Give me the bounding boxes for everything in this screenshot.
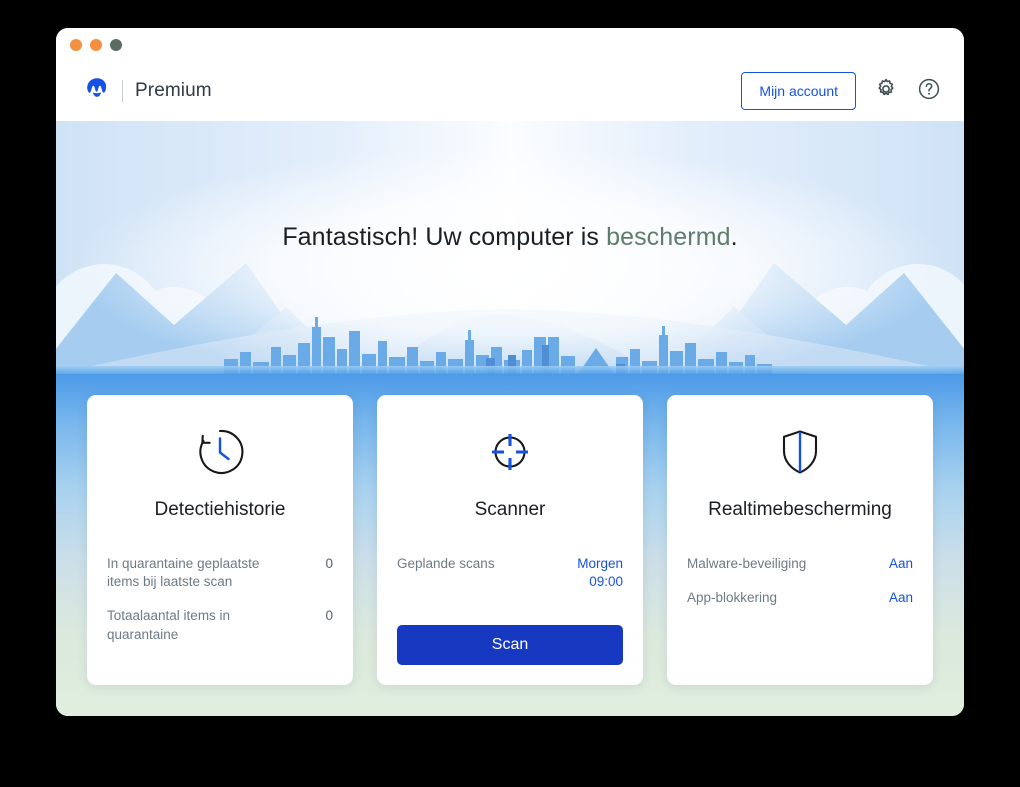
row-value: Morgen 09:00	[577, 556, 623, 590]
help-button[interactable]	[916, 78, 942, 104]
title-bar	[56, 28, 964, 60]
brand: Premium	[84, 76, 212, 105]
hero-title-prefix: Fantastisch! Uw computer is	[282, 223, 607, 251]
zoom-button[interactable]	[110, 39, 122, 51]
card-rows: Malware-beveiliging Aan App-blokkering A…	[687, 555, 913, 607]
row-value: Aan	[888, 590, 913, 606]
row-label: Geplande scans	[397, 556, 495, 571]
card-detection-history[interactable]: Detectiehistorie In quarantaine geplaats…	[87, 395, 353, 685]
row-value: 0	[325, 608, 333, 624]
card-title: Realtimebescherming	[708, 499, 892, 520]
card-scanner[interactable]: Scanner Geplande scans Morgen 09:00 Scan	[377, 395, 643, 685]
card-realtime-protection[interactable]: Realtimebescherming Malware-beveiliging …	[667, 395, 933, 685]
header-actions: Mijn account	[741, 71, 942, 110]
card-row: App-blokkering Aan	[687, 589, 913, 607]
clock-history-icon	[107, 421, 333, 483]
card-row: In quarantaine geplaatste items bij laat…	[107, 555, 333, 591]
card-title: Detectiehistorie	[154, 499, 286, 520]
row-label: App-blokkering	[687, 590, 778, 606]
scan-button[interactable]: Scan	[397, 625, 623, 665]
hero-banner: Fantastisch! Uw computer is beschermd.	[56, 121, 964, 374]
close-button[interactable]	[70, 39, 82, 51]
row-label: In quarantaine geplaatste items bij laat…	[107, 556, 260, 590]
row-label: Totaalaantal items in quarantaine	[107, 608, 231, 642]
malwarebytes-logo-icon	[84, 76, 110, 105]
product-name: Premium	[135, 79, 212, 101]
my-account-button[interactable]: Mijn account	[741, 71, 856, 110]
hero-title-suffix: .	[730, 223, 738, 251]
help-circle-icon	[917, 77, 941, 104]
brand-divider	[122, 79, 123, 102]
gear-icon	[874, 77, 898, 104]
hero-status-word: beschermd	[606, 223, 731, 251]
crosshair-target-icon	[397, 421, 623, 483]
card-row: Malware-beveiliging Aan	[687, 555, 913, 573]
row-value: Aan	[888, 556, 913, 571]
card-rows: Geplande scans Morgen 09:00	[397, 555, 623, 591]
application-window: Premium Mijn account Fantastisch! Uw com…	[56, 28, 964, 716]
app-header: Premium Mijn account	[56, 60, 964, 121]
row-label: Malware-beveiliging	[687, 556, 807, 571]
shield-icon	[687, 421, 913, 483]
window-controls	[70, 39, 122, 51]
minimize-button[interactable]	[90, 39, 102, 51]
card-rows: In quarantaine geplaatste items bij laat…	[107, 555, 333, 644]
settings-button[interactable]	[873, 78, 899, 104]
row-value: 0	[325, 556, 333, 571]
card-row: Geplande scans Morgen 09:00	[397, 555, 623, 591]
dashboard-cards: Detectiehistorie In quarantaine geplaats…	[56, 374, 964, 716]
card-row: Totaalaantal items in quarantaine 0	[107, 607, 333, 643]
hero-status-message: Fantastisch! Uw computer is beschermd.	[56, 223, 964, 252]
card-title: Scanner	[474, 499, 546, 520]
